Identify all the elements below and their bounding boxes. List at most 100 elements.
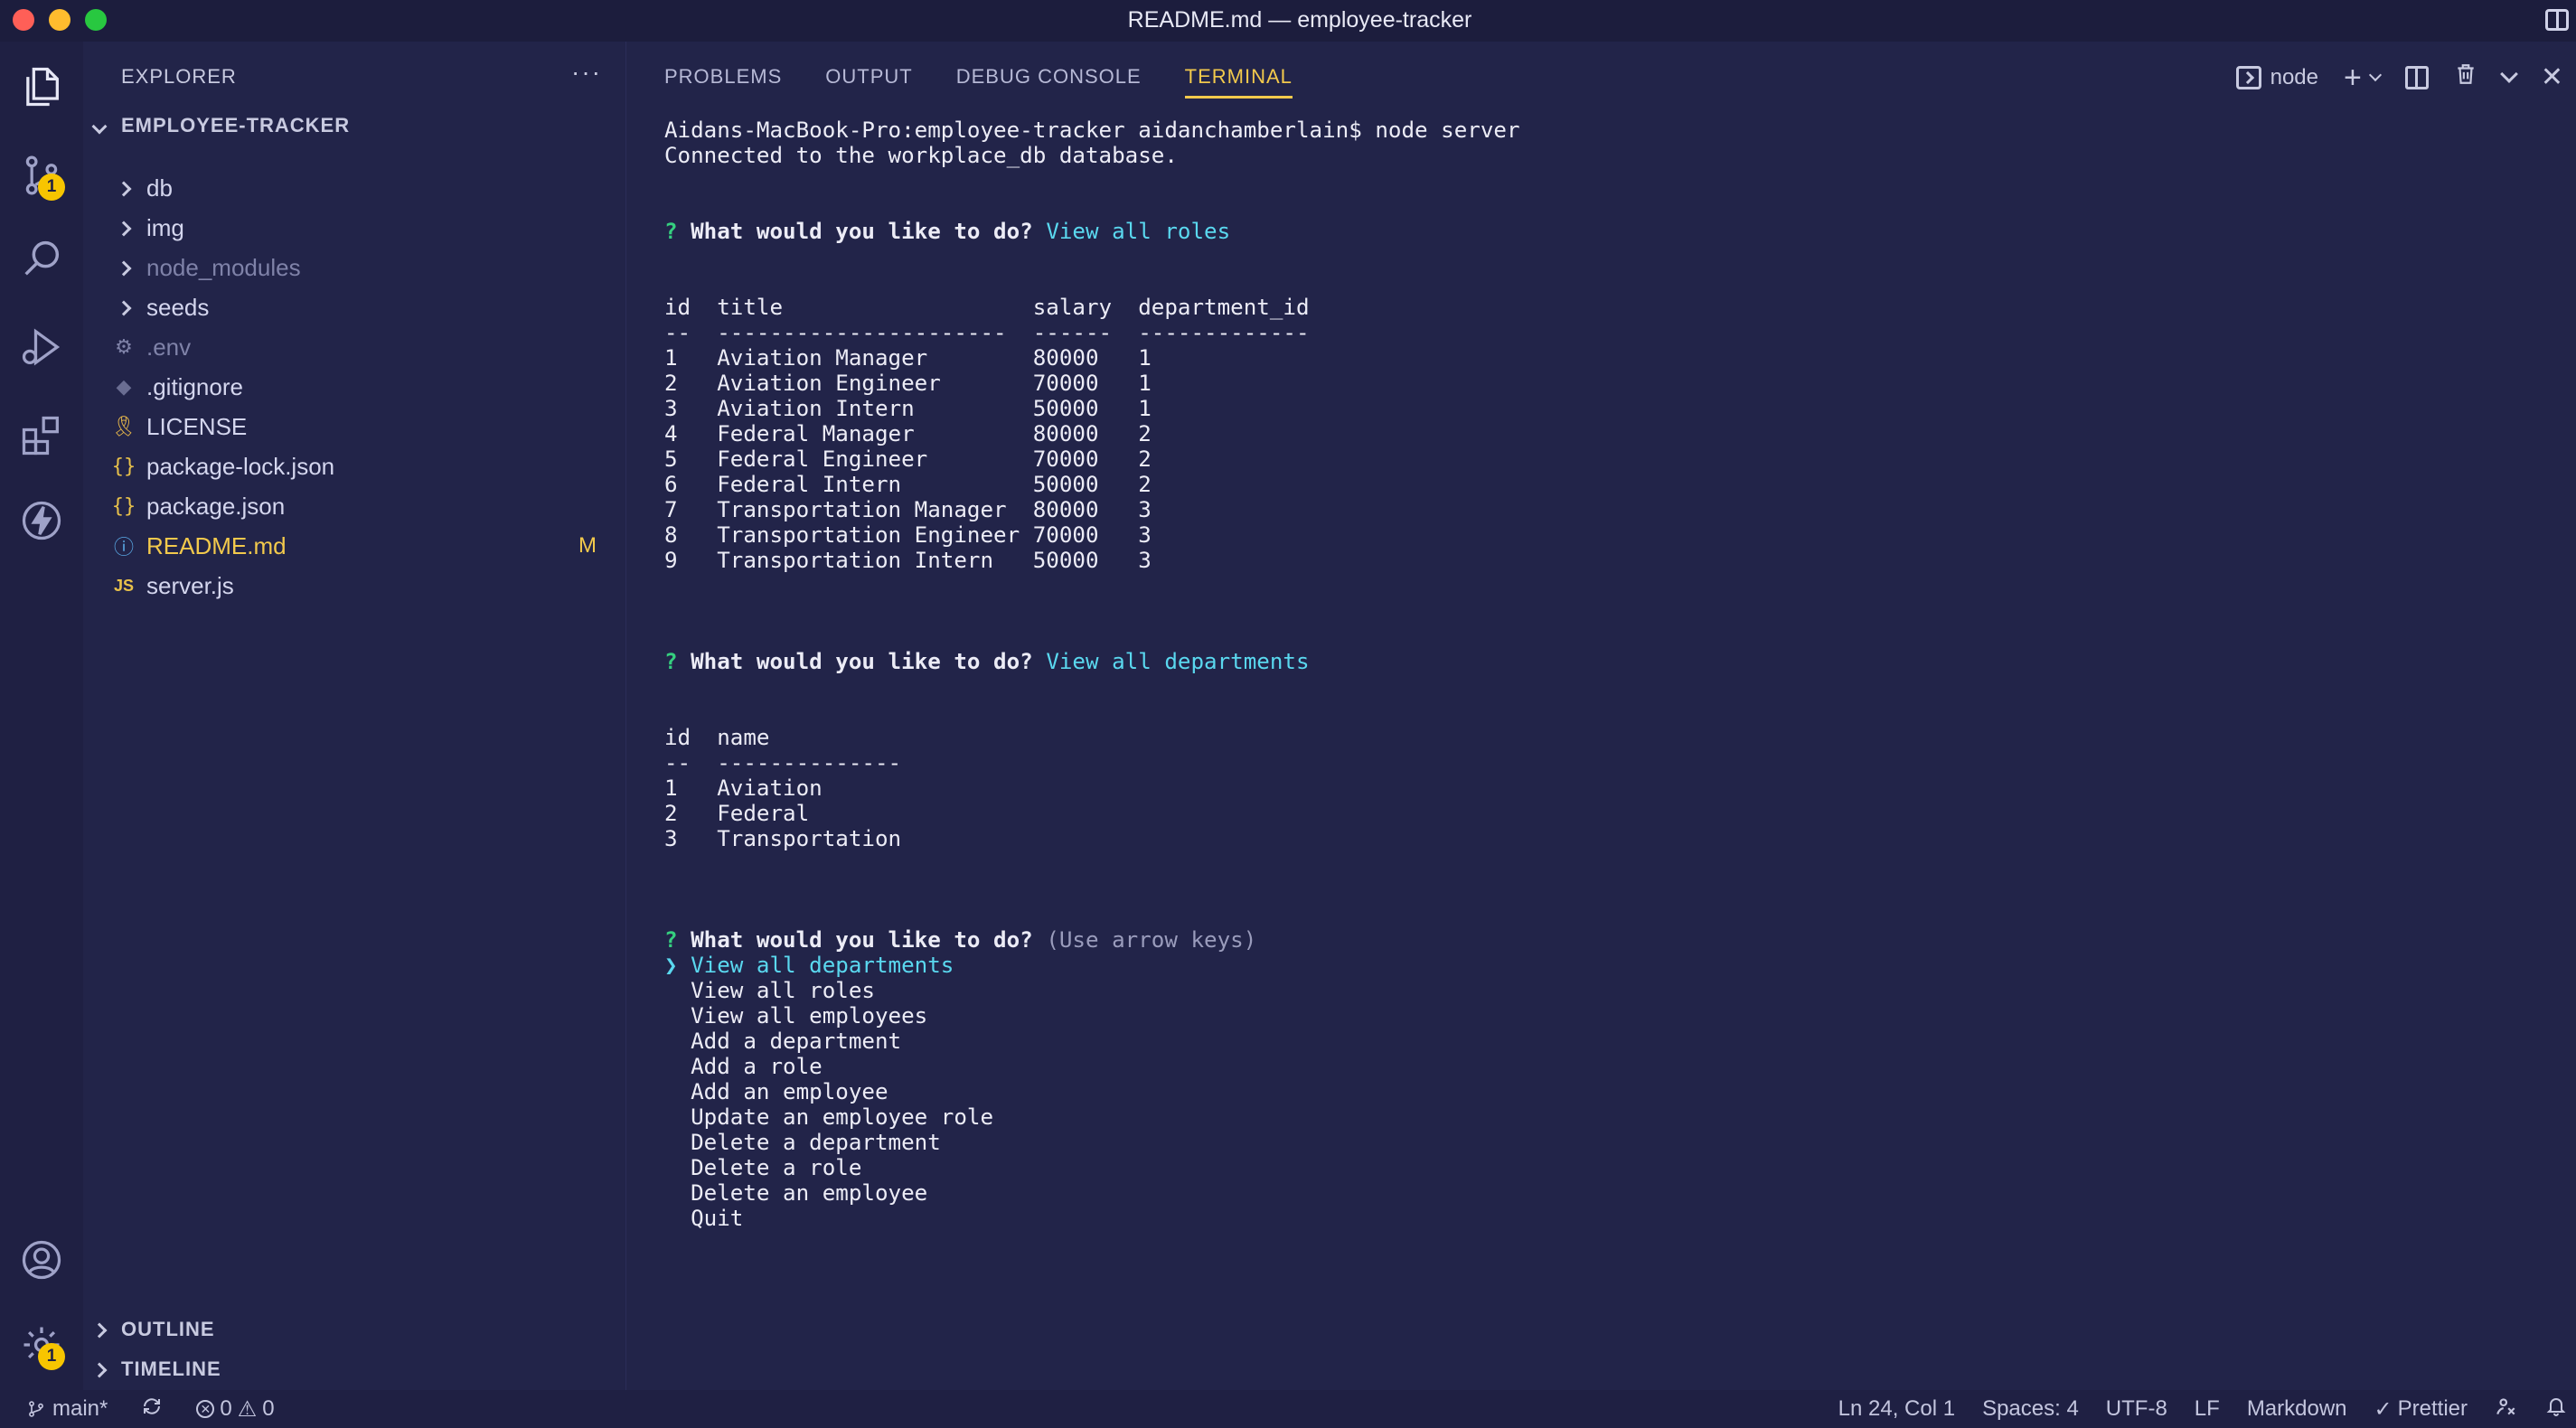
timeline-label: TIMELINE [121,1358,221,1380]
menu-item[interactable]: Add an employee [691,1079,888,1104]
terminal-panel: PROBLEMS OUTPUT DEBUG CONSOLE TERMINAL n… [625,42,2576,1390]
tree-file-license[interactable]: 🎗 LICENSE [83,407,625,446]
prompt-question-mark: ? [664,649,678,674]
menu-item[interactable]: View all employees [691,1003,927,1029]
git-branch-icon [29,1401,43,1417]
menu-item[interactable]: Update an employee role [691,1104,993,1130]
cursor-position[interactable]: Ln 24, Col 1 [1838,1396,1955,1422]
tree-file-package-json[interactable]: {} package.json [83,486,625,526]
tree-folder-seeds[interactable]: seeds [83,287,625,327]
customize-layout-icon[interactable] [2545,9,2569,31]
info-icon: ⓘ [113,536,134,559]
table-row: 2 Aviation Engineer 70000 1 [664,371,1152,396]
outline-label: OUTLINE [121,1318,215,1340]
chevron-right-icon [116,221,132,237]
run-debug-icon[interactable] [14,320,69,374]
explorer-sidebar: EXPLORER ··· EMPLOYEE-TRACKER db img nod… [83,42,625,1390]
end-of-line[interactable]: LF [2195,1396,2220,1422]
tree-folder-db[interactable]: db [83,168,625,208]
tree-file-server-js[interactable]: JS server.js [83,566,625,606]
error-count: 0 [220,1396,232,1421]
js-file-icon: JS [113,576,135,595]
chevron-right-icon [116,181,132,197]
tab-terminal[interactable]: TERMINAL [1184,65,1293,99]
close-panel-icon[interactable]: ✕ [2541,63,2563,91]
tab-debug-console[interactable]: DEBUG CONSOLE [956,65,1142,99]
language-mode[interactable]: Markdown [2247,1396,2347,1422]
menu-item[interactable]: View all roles [691,978,875,1003]
tree-item-label: package.json [146,492,286,520]
chevron-down-icon [91,118,108,135]
extensions-icon[interactable] [14,409,69,463]
tree-item-label: server.js [146,571,234,599]
modified-badge: M [578,533,597,558]
menu-item[interactable]: Delete a role [691,1155,861,1180]
tree-folder-node-modules[interactable]: node_modules [83,248,625,287]
warning-count: 0 [262,1396,275,1421]
indentation[interactable]: Spaces: 4 [1982,1396,2079,1422]
table-row: 5 Federal Engineer 70000 2 [664,446,1152,472]
table-row: 9 Transportation Intern 50000 3 [664,548,1152,573]
split-terminal-icon[interactable] [2404,65,2429,89]
tree-item-label: .env [146,333,192,361]
menu-item[interactable]: Add a role [691,1054,823,1079]
tree-file-readme[interactable]: ⓘ README.md M [83,526,625,566]
prompt-text: What would you like to do? [691,649,1033,674]
gear-file-icon: ⚙ [115,335,133,358]
settings-badge: 1 [38,1343,65,1370]
accounts-icon[interactable] [14,1233,69,1287]
status-bar: main* ✕ 0 ⚠ 0 Ln 24, Col 1 Spaces: 4 UTF… [0,1390,2576,1428]
terminal-name: node [2270,64,2318,89]
menu-item[interactable]: Add a department [691,1029,901,1054]
chevron-right-icon [116,300,132,316]
menu-item[interactable]: Quit [691,1206,743,1231]
table-row: 3 Transportation [664,826,902,851]
problems-status[interactable]: ✕ 0 ⚠ 0 [196,1396,275,1423]
terminal-selector[interactable]: node [2235,64,2318,90]
terminal-icon [2235,65,2261,89]
explorer-icon[interactable] [14,60,69,114]
notifications-bell-icon[interactable] [2545,1395,2567,1424]
feedback-icon[interactable] [2495,1395,2518,1424]
sync-icon[interactable] [140,1395,164,1423]
tree-item-label: seeds [146,293,210,321]
terminal-output[interactable]: Aidans-MacBook-Pro:employee-tracker aida… [664,117,1520,1231]
warning-icon: ⚠ [237,1396,258,1422]
tab-problems[interactable]: PROBLEMS [664,65,782,99]
timeline-section-header[interactable]: TIMELINE [91,1358,221,1381]
menu-item[interactable]: Delete an employee [691,1180,927,1206]
tree-item-label: node_modules [146,253,301,281]
maximize-panel-chevron-icon[interactable] [2499,64,2518,83]
tree-item-label: img [146,213,184,241]
tree-folder-img[interactable]: img [83,208,625,248]
lightning-extension-icon[interactable] [14,493,69,548]
trash-icon[interactable] [2454,61,2477,93]
menu-item[interactable]: Delete a department [691,1130,941,1155]
tree-file-env[interactable]: ⚙ .env [83,327,625,367]
license-ribbon-icon: 🎗 [111,415,136,437]
manage-gear-icon[interactable]: 1 [14,1318,69,1372]
tree-file-package-lock[interactable]: {} package-lock.json [83,446,625,486]
chevron-down-icon[interactable] [2368,68,2382,81]
menu-item-selected[interactable]: View all departments [691,953,954,978]
tree-file-gitignore[interactable]: ◆ .gitignore [83,367,625,407]
tree-item-label: .gitignore [146,372,243,400]
outline-section-header[interactable]: OUTLINE [91,1318,215,1341]
more-actions-icon[interactable]: ··· [571,58,602,87]
prompt-hint: (Use arrow keys) [1046,927,1257,953]
tree-item-label: LICENSE [146,412,248,440]
source-control-icon[interactable]: 1 [14,148,69,202]
project-folder-header[interactable]: EMPLOYEE-TRACKER [91,114,350,137]
search-icon[interactable] [14,231,69,286]
table-row: 7 Transportation Manager 80000 3 [664,497,1152,522]
table-row: 3 Aviation Intern 50000 1 [664,396,1152,421]
prompt-text: What would you like to do? [691,927,1033,953]
table-row: 8 Transportation Engineer 70000 3 [664,522,1152,548]
tab-output[interactable]: OUTPUT [825,65,912,99]
table-row: 4 Federal Manager 80000 2 [664,421,1152,446]
branch-name: main* [52,1396,108,1421]
new-terminal-plus-icon[interactable]: + [2344,62,2362,93]
prettier-status[interactable]: ✓ Prettier [2374,1396,2468,1423]
branch-status[interactable]: main* [27,1396,108,1422]
encoding[interactable]: UTF-8 [2106,1396,2167,1422]
